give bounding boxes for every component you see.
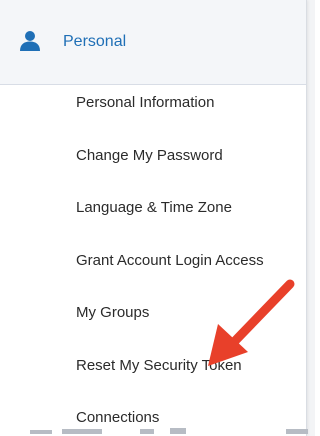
menu-item-label: Change My Password	[76, 146, 223, 164]
screenshot-frame: Personal Personal Information Change My …	[0, 0, 315, 436]
menu-item-my-groups[interactable]: My Groups	[0, 294, 306, 347]
menu-item-label: Connections	[76, 409, 160, 426]
menu-item-reset-my-security-token[interactable]: Reset My Security Token	[0, 347, 306, 400]
menu-item-personal-information[interactable]: Personal Information	[0, 84, 306, 137]
menu-item-label: Language & Time Zone	[76, 199, 232, 216]
settings-sidebar: Personal Personal Information Change My …	[0, 0, 307, 436]
personal-menu: Personal Information Change My Password …	[0, 84, 306, 436]
menu-item-grant-account-login-access[interactable]: Grant Account Login Access	[0, 242, 306, 295]
menu-item-language-time-zone[interactable]: Language & Time Zone	[0, 189, 306, 242]
menu-item-label: Reset My Security Token	[76, 356, 242, 374]
menu-item-label: Grant Account Login Access	[76, 251, 264, 269]
section-title: Personal	[63, 33, 127, 50]
menu-item-label: My Groups	[76, 304, 150, 321]
user-icon	[19, 30, 41, 52]
menu-item-change-my-password[interactable]: Change My Password	[0, 137, 306, 190]
section-header-personal[interactable]: Personal	[0, 0, 306, 85]
menu-item-label: Personal Information	[76, 94, 215, 111]
cropped-content-strip	[30, 428, 308, 434]
